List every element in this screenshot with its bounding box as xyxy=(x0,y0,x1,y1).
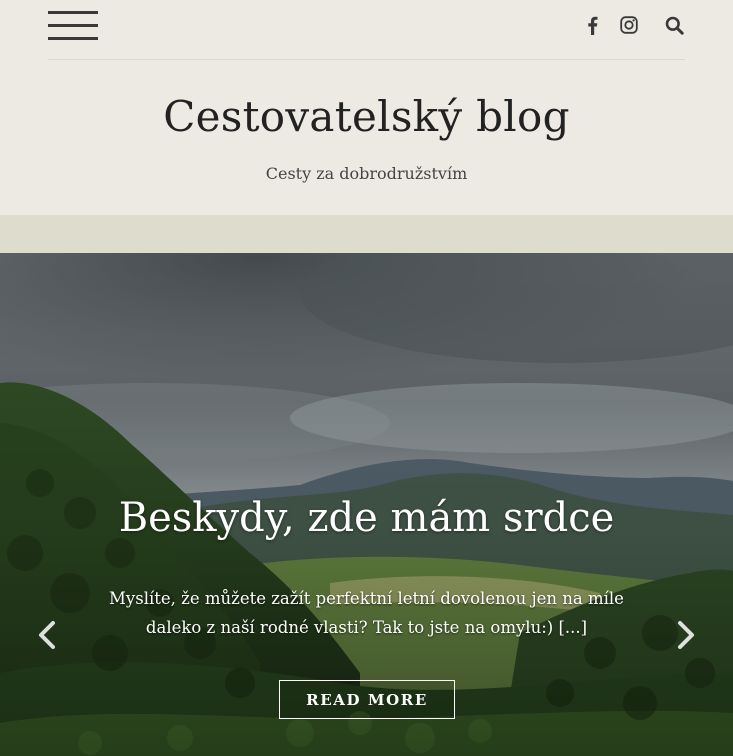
header-band xyxy=(0,215,733,253)
search-icon[interactable] xyxy=(662,13,686,37)
site-title[interactable]: Cestovatelský blog xyxy=(0,92,733,141)
chevron-right-icon xyxy=(678,621,694,649)
hamburger-menu-icon[interactable] xyxy=(48,10,98,42)
facebook-icon[interactable] xyxy=(580,13,604,37)
instagram-icon[interactable] xyxy=(617,13,641,37)
slide-title[interactable]: Beskydy, zde mám srdce xyxy=(0,495,733,541)
top-bar xyxy=(0,0,733,60)
chevron-left-icon xyxy=(39,621,55,649)
slide-excerpt: Myslíte, že můžete zažít perfektní letní… xyxy=(109,589,624,637)
header-divider xyxy=(48,59,685,60)
slider-prev-arrow[interactable] xyxy=(32,618,62,652)
site-tagline: Cesty za dobrodružstvím xyxy=(265,164,468,183)
read-more-button[interactable]: Read More xyxy=(279,680,455,719)
slider-next-arrow[interactable] xyxy=(671,618,701,652)
